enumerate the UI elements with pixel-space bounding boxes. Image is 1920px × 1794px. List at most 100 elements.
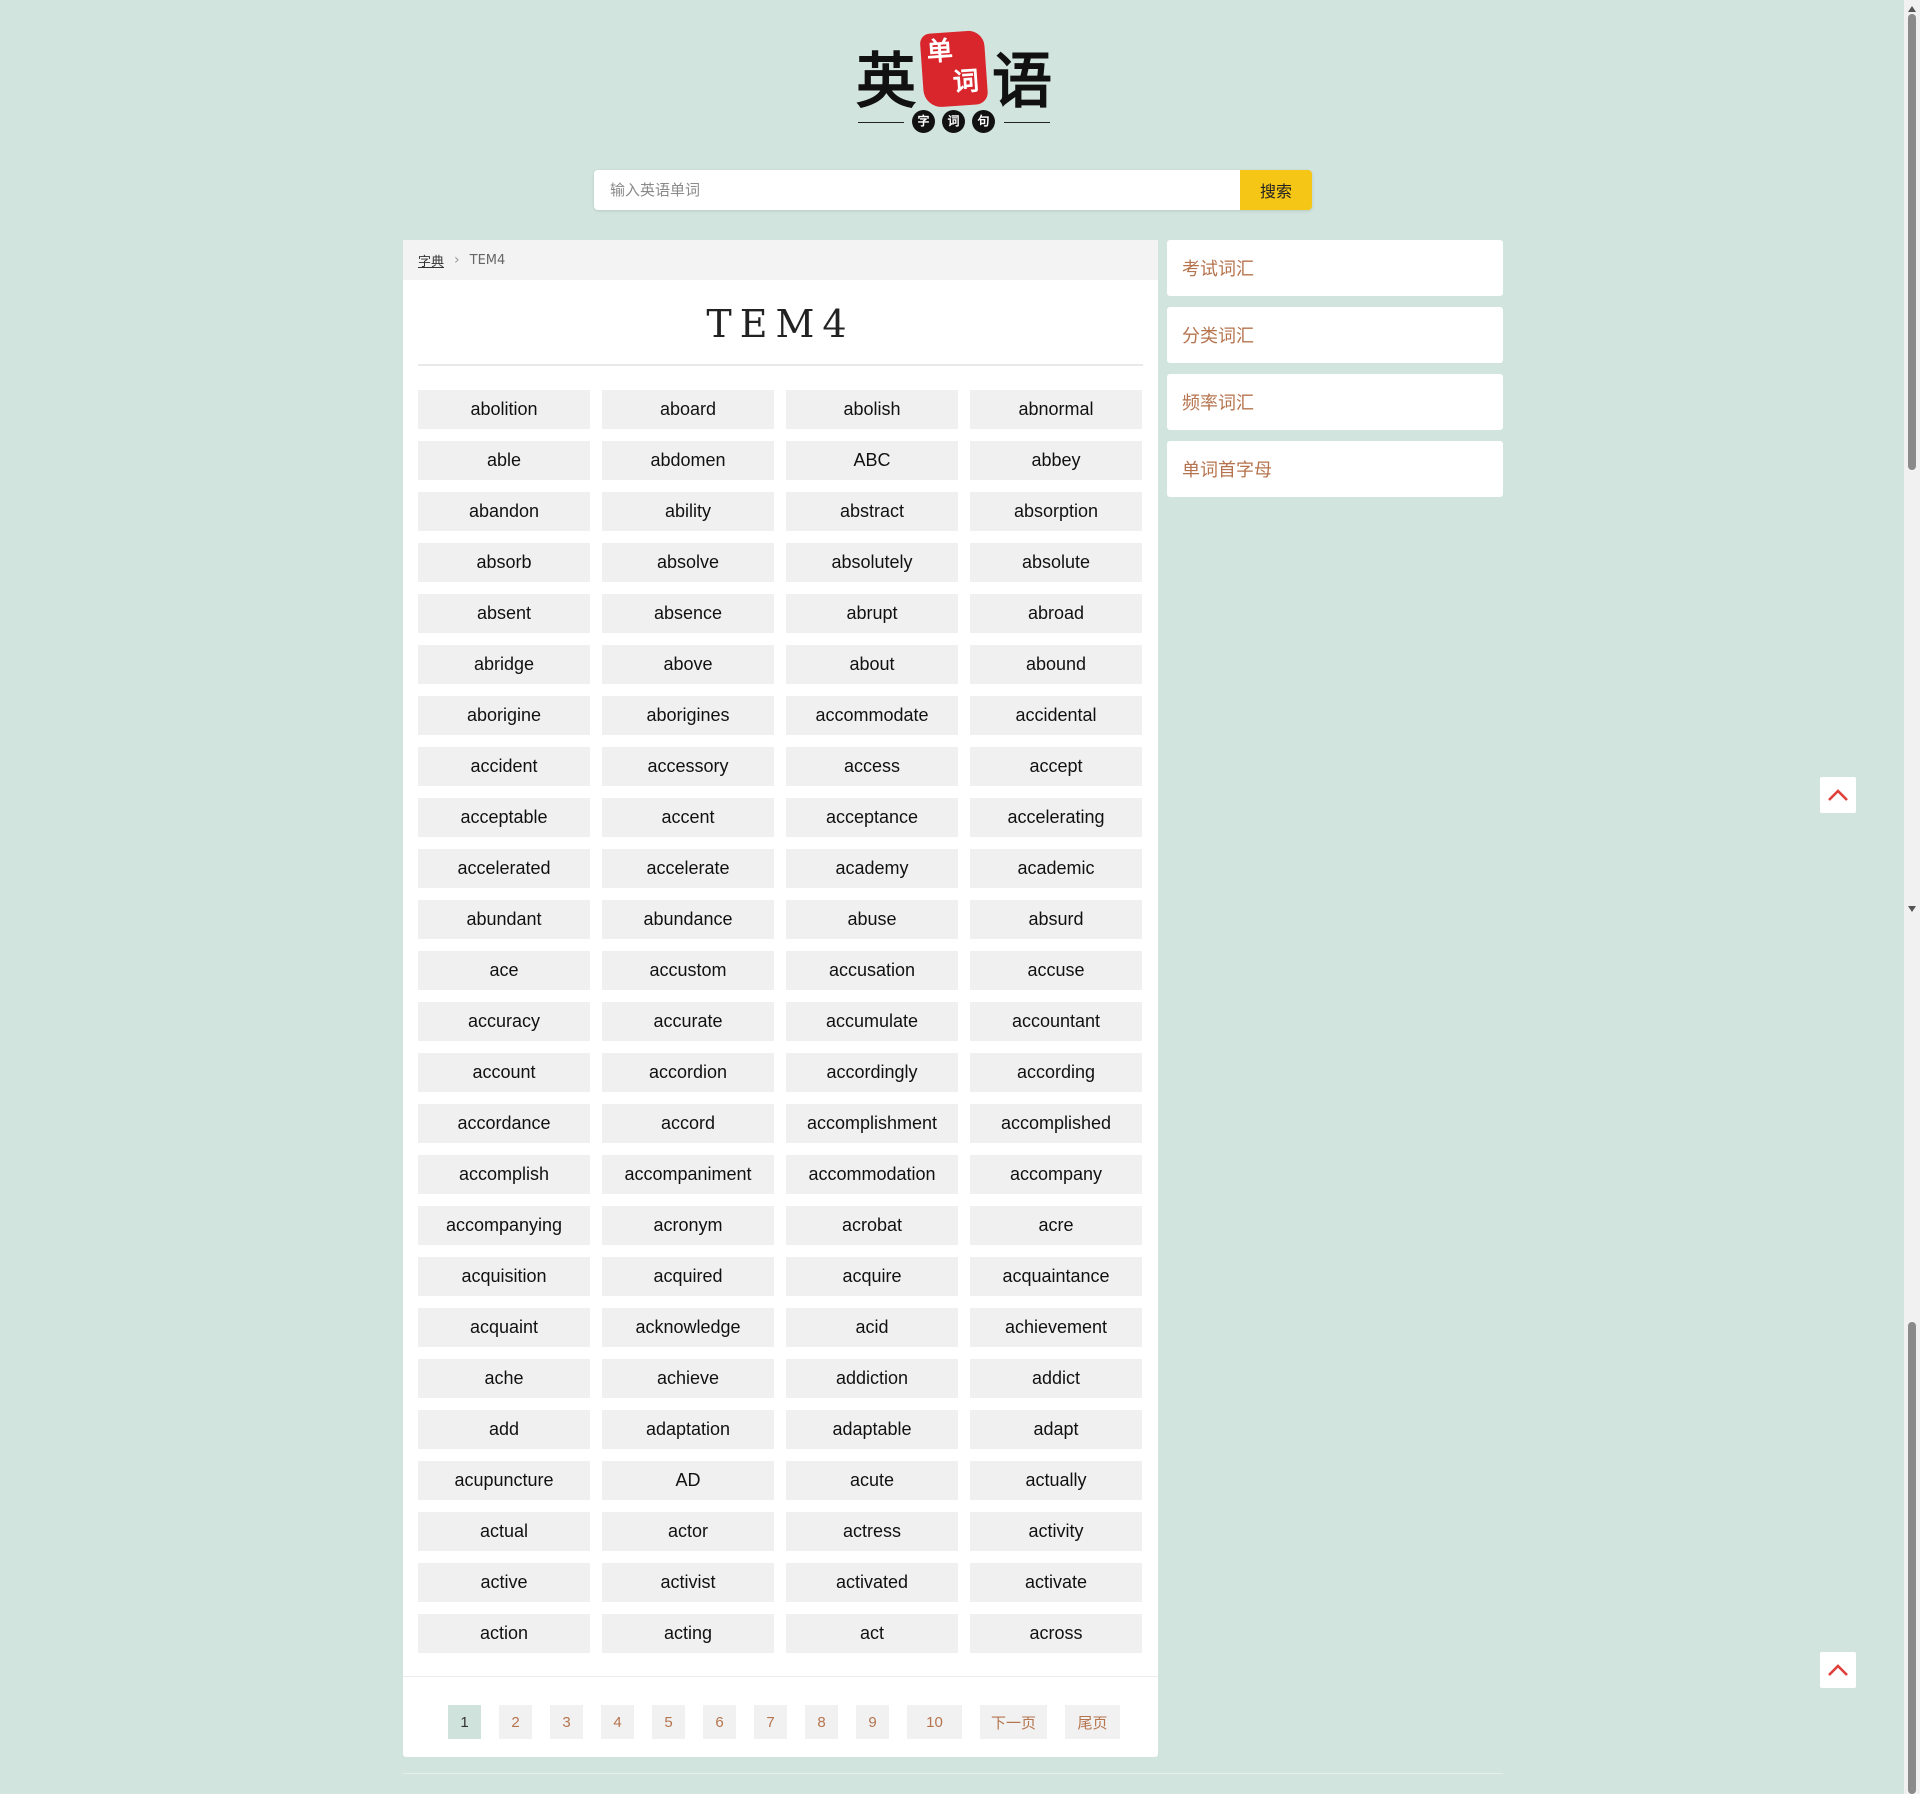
- word-link[interactable]: accelerated: [418, 849, 590, 888]
- scroll-down-icon[interactable]: [1908, 906, 1916, 912]
- word-link[interactable]: accompanying: [418, 1206, 590, 1245]
- scroll-up-icon[interactable]: [1908, 6, 1916, 12]
- word-link[interactable]: abbey: [970, 441, 1142, 480]
- page-link-5[interactable]: 5: [652, 1705, 685, 1739]
- word-link[interactable]: acute: [786, 1461, 958, 1500]
- word-link[interactable]: accommodation: [786, 1155, 958, 1194]
- sidebar-item-initial-letter[interactable]: 单词首字母: [1167, 441, 1503, 497]
- word-link[interactable]: accomplishment: [786, 1104, 958, 1143]
- word-link[interactable]: accuse: [970, 951, 1142, 990]
- word-link[interactable]: absence: [602, 594, 774, 633]
- word-link[interactable]: active: [418, 1563, 590, 1602]
- word-link[interactable]: according: [970, 1053, 1142, 1092]
- word-link[interactable]: acceptable: [418, 798, 590, 837]
- page-link-9[interactable]: 9: [856, 1705, 889, 1739]
- word-link[interactable]: acre: [970, 1206, 1142, 1245]
- word-link[interactable]: accordion: [602, 1053, 774, 1092]
- word-link[interactable]: action: [418, 1614, 590, 1653]
- word-link[interactable]: abuse: [786, 900, 958, 939]
- page-current[interactable]: 1: [448, 1705, 481, 1739]
- sidebar-item-category-vocab[interactable]: 分类词汇: [1167, 307, 1503, 363]
- word-link[interactable]: ability: [602, 492, 774, 531]
- word-link[interactable]: accompany: [970, 1155, 1142, 1194]
- word-link[interactable]: absolute: [970, 543, 1142, 582]
- word-link[interactable]: abolition: [418, 390, 590, 429]
- word-link[interactable]: accident: [418, 747, 590, 786]
- word-link[interactable]: accurate: [602, 1002, 774, 1041]
- word-link[interactable]: abridge: [418, 645, 590, 684]
- word-link[interactable]: abroad: [970, 594, 1142, 633]
- word-link[interactable]: actually: [970, 1461, 1142, 1500]
- word-link[interactable]: absent: [418, 594, 590, 633]
- page-link-7[interactable]: 7: [754, 1705, 787, 1739]
- word-link[interactable]: acrobat: [786, 1206, 958, 1245]
- word-link[interactable]: actress: [786, 1512, 958, 1551]
- word-link[interactable]: abundant: [418, 900, 590, 939]
- word-link[interactable]: accomplished: [970, 1104, 1142, 1143]
- word-link[interactable]: acronym: [602, 1206, 774, 1245]
- word-link[interactable]: acceptance: [786, 798, 958, 837]
- word-link[interactable]: absorb: [418, 543, 590, 582]
- word-link[interactable]: ABC: [786, 441, 958, 480]
- scrollbar-thumb[interactable]: [1908, 14, 1916, 470]
- word-link[interactable]: absorption: [970, 492, 1142, 531]
- word-link[interactable]: activist: [602, 1563, 774, 1602]
- word-link[interactable]: acquired: [602, 1257, 774, 1296]
- word-link[interactable]: accustom: [602, 951, 774, 990]
- word-link[interactable]: above: [602, 645, 774, 684]
- word-link[interactable]: able: [418, 441, 590, 480]
- word-link[interactable]: acquire: [786, 1257, 958, 1296]
- word-link[interactable]: activity: [970, 1512, 1142, 1551]
- word-link[interactable]: across: [970, 1614, 1142, 1653]
- word-link[interactable]: aborigines: [602, 696, 774, 735]
- word-link[interactable]: accordance: [418, 1104, 590, 1143]
- word-link[interactable]: ace: [418, 951, 590, 990]
- word-link[interactable]: aborigine: [418, 696, 590, 735]
- word-link[interactable]: acid: [786, 1308, 958, 1347]
- word-link[interactable]: accusation: [786, 951, 958, 990]
- word-link[interactable]: absurd: [970, 900, 1142, 939]
- word-link[interactable]: accomplish: [418, 1155, 590, 1194]
- page-link-8[interactable]: 8: [805, 1705, 838, 1739]
- site-logo[interactable]: 英 单 词 语 字 词 句: [856, 28, 1052, 140]
- word-link[interactable]: aboard: [602, 390, 774, 429]
- word-link[interactable]: abound: [970, 645, 1142, 684]
- word-link[interactable]: achieve: [602, 1359, 774, 1398]
- word-link[interactable]: acquaintance: [970, 1257, 1142, 1296]
- word-link[interactable]: account: [418, 1053, 590, 1092]
- word-link[interactable]: adapt: [970, 1410, 1142, 1449]
- word-link[interactable]: add: [418, 1410, 590, 1449]
- word-link[interactable]: accommodate: [786, 696, 958, 735]
- search-button[interactable]: 搜索: [1240, 170, 1312, 210]
- page-link-3[interactable]: 3: [550, 1705, 583, 1739]
- word-link[interactable]: activated: [786, 1563, 958, 1602]
- word-link[interactable]: act: [786, 1614, 958, 1653]
- word-link[interactable]: abandon: [418, 492, 590, 531]
- word-link[interactable]: accuracy: [418, 1002, 590, 1041]
- word-link[interactable]: actual: [418, 1512, 590, 1551]
- word-link[interactable]: accordingly: [786, 1053, 958, 1092]
- word-link[interactable]: academic: [970, 849, 1142, 888]
- word-link[interactable]: accompaniment: [602, 1155, 774, 1194]
- word-link[interactable]: actor: [602, 1512, 774, 1551]
- word-link[interactable]: abdomen: [602, 441, 774, 480]
- word-link[interactable]: accumulate: [786, 1002, 958, 1041]
- word-link[interactable]: acknowledge: [602, 1308, 774, 1347]
- word-link[interactable]: accountant: [970, 1002, 1142, 1041]
- page-link-10[interactable]: 10: [907, 1705, 962, 1739]
- word-link[interactable]: achievement: [970, 1308, 1142, 1347]
- word-link[interactable]: ache: [418, 1359, 590, 1398]
- word-link[interactable]: accord: [602, 1104, 774, 1143]
- word-link[interactable]: addict: [970, 1359, 1142, 1398]
- word-link[interactable]: acquaint: [418, 1308, 590, 1347]
- search-input[interactable]: [594, 170, 1240, 210]
- scrollbar-thumb-lower[interactable]: [1908, 1322, 1916, 1794]
- word-link[interactable]: accept: [970, 747, 1142, 786]
- word-link[interactable]: adaptable: [786, 1410, 958, 1449]
- back-to-top-button[interactable]: [1820, 777, 1856, 813]
- word-link[interactable]: abolish: [786, 390, 958, 429]
- sidebar-item-frequency-vocab[interactable]: 频率词汇: [1167, 374, 1503, 430]
- word-link[interactable]: accessory: [602, 747, 774, 786]
- word-link[interactable]: access: [786, 747, 958, 786]
- word-link[interactable]: acupuncture: [418, 1461, 590, 1500]
